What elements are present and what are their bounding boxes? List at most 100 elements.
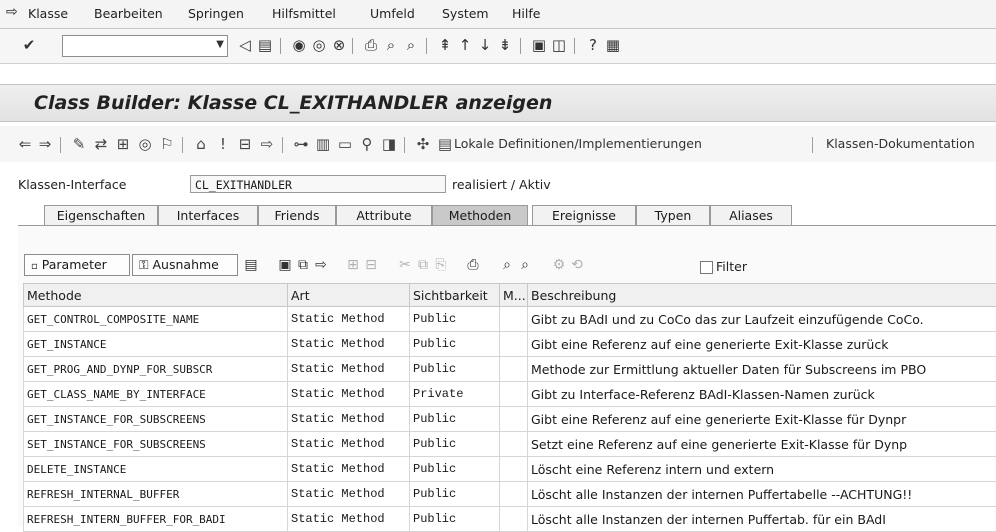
visibility-cell[interactable]: Public [410, 307, 500, 332]
hierarchy-icon[interactable]: ⊶ [292, 135, 310, 153]
last-page-icon[interactable]: ⇟ [496, 36, 514, 54]
tab-interfaces[interactable]: Interfaces [158, 205, 258, 225]
check-icon[interactable]: ⌂ [192, 135, 210, 153]
exception-button[interactable]: ⚿ Ausnahme [132, 254, 238, 276]
method-name-cell[interactable]: REFRESH_INTERN_BUFFER_FOR_BADI [24, 507, 288, 532]
copy-icon[interactable]: ⧉ [414, 256, 432, 274]
description-cell[interactable]: Setzt eine Referenz auf eine generierte … [528, 432, 996, 457]
method-type-cell[interactable]: Static Method [288, 407, 410, 432]
visibility-cell[interactable]: Public [410, 432, 500, 457]
method-name-cell[interactable]: GET_PROG_AND_DYNP_FOR_SUBSCR [24, 357, 288, 382]
first-page-icon[interactable]: ⇞ [436, 36, 454, 54]
visibility-cell[interactable]: Private [410, 382, 500, 407]
table-row[interactable]: SET_INSTANCE_FOR_SUBSCREENS Static Metho… [24, 432, 996, 457]
description-cell[interactable]: Löscht alle Instanzen der internen Puffe… [528, 507, 996, 532]
description-cell[interactable]: Löscht alle Instanzen der internen Puffe… [528, 482, 996, 507]
tab-aliases[interactable]: Aliases [710, 205, 792, 225]
description-cell[interactable]: Gibt eine Referenz auf eine generierte E… [528, 407, 996, 432]
method-name-cell[interactable]: REFRESH_INTERNAL_BUFFER [24, 482, 288, 507]
modeled-cell[interactable] [500, 457, 528, 482]
visibility-cell[interactable]: Public [410, 457, 500, 482]
table-row[interactable]: GET_INSTANCE Static Method Public Gibt e… [24, 332, 996, 357]
column-header-art[interactable]: Art [288, 284, 410, 307]
method-type-cell[interactable]: Static Method [288, 482, 410, 507]
tab-attribute[interactable]: Attribute [336, 205, 432, 225]
find-next-icon[interactable]: ⌕ [516, 256, 534, 274]
chevron-down-icon[interactable]: ▼ [216, 39, 224, 50]
delete-row-icon[interactable]: ⊟ [362, 256, 380, 274]
visibility-cell[interactable]: Public [410, 357, 500, 382]
exit-icon[interactable]: ◎ [310, 36, 328, 54]
tab-methoden[interactable]: Methoden [432, 205, 528, 225]
filter-icon[interactable]: ⚲ [358, 135, 376, 153]
method-type-cell[interactable]: Static Method [288, 332, 410, 357]
menu-item-hilfe[interactable]: Hilfe [512, 6, 540, 21]
new-session-icon[interactable]: ▣ [530, 36, 548, 54]
help-icon[interactable]: ? [584, 36, 602, 54]
modeled-cell[interactable] [500, 382, 528, 407]
active-inactive-icon[interactable]: ⇄ [92, 135, 110, 153]
filter-checkbox[interactable] [700, 261, 713, 274]
method-name-cell[interactable]: GET_CLASS_NAME_BY_INTERFACE [24, 382, 288, 407]
method-type-cell[interactable]: Static Method [288, 432, 410, 457]
back-icon[interactable]: ◉ [290, 36, 308, 54]
method-type-cell[interactable]: Static Method [288, 357, 410, 382]
cancel-icon[interactable]: ⊗ [330, 36, 348, 54]
find-icon[interactable]: ⌕ [382, 36, 400, 54]
description-cell[interactable]: Methode zur Ermittlung aktueller Daten f… [528, 357, 996, 382]
back-arrow-icon[interactable]: ◁ [236, 36, 254, 54]
class-interface-field[interactable]: CL_EXITHANDLER [190, 175, 446, 193]
table-row[interactable]: GET_CLASS_NAME_BY_INTERFACE Static Metho… [24, 382, 996, 407]
insert-row-icon[interactable]: ⊞ [344, 256, 362, 274]
parameter-button[interactable]: ▫ Parameter [24, 254, 130, 276]
menu-item-springen[interactable]: Springen [188, 6, 244, 21]
modeled-cell[interactable] [500, 307, 528, 332]
local-definitions-button[interactable]: Lokale Definitionen/Implementierungen [454, 136, 702, 151]
save-icon[interactable]: ▤ [256, 36, 274, 54]
dictionary-icon[interactable]: ◨ [380, 135, 398, 153]
local-definitions-icon[interactable]: ▤ [436, 135, 454, 153]
settings-icon[interactable]: ⚙ [550, 256, 568, 274]
command-field[interactable]: ▼ [62, 35, 228, 57]
menu-exit-icon[interactable]: ⇨ [6, 4, 18, 20]
print-icon[interactable]: ⎙ [362, 36, 380, 54]
modeled-cell[interactable] [500, 432, 528, 457]
find-icon[interactable]: ⌕ [498, 256, 516, 274]
print-icon[interactable]: ⎙ [464, 256, 482, 274]
column-header-methode[interactable]: Methode [24, 284, 288, 307]
method-name-cell[interactable]: DELETE_INSTANCE [24, 457, 288, 482]
tab-ereignisse[interactable]: Ereignisse [532, 205, 636, 225]
modeled-cell[interactable] [500, 482, 528, 507]
method-name-cell[interactable]: SET_INSTANCE_FOR_SUBSCREENS [24, 432, 288, 457]
back-arrow-icon[interactable]: ⇐ [16, 135, 34, 153]
class-docs-button[interactable]: Klassen-Dokumentation [826, 136, 975, 151]
where-used-icon[interactable]: ◎ [136, 135, 154, 153]
reset-icon[interactable]: ⟲ [568, 256, 586, 274]
visibility-cell[interactable]: Public [410, 407, 500, 432]
method-type-cell[interactable]: Static Method [288, 507, 410, 532]
navigate-icon[interactable]: ⇨ [258, 135, 276, 153]
method-type-cell[interactable]: Static Method [288, 382, 410, 407]
menu-item-hilfsmittel[interactable]: Hilfsmittel [272, 6, 336, 21]
visibility-cell[interactable]: Public [410, 507, 500, 532]
previous-page-icon[interactable]: ↑ [456, 36, 474, 54]
menu-item-umfeld[interactable]: Umfeld [370, 6, 415, 21]
paste-icon[interactable]: ⎘ [432, 256, 450, 274]
modeled-cell[interactable] [500, 332, 528, 357]
method-type-cell[interactable]: Static Method [288, 307, 410, 332]
test-icon[interactable]: ⊟ [236, 135, 254, 153]
column-header-modeled[interactable]: M... [500, 284, 528, 307]
visibility-cell[interactable]: Public [410, 332, 500, 357]
detail-view-icon[interactable]: ▣ [276, 256, 294, 274]
display-change-icon[interactable]: ✎ [70, 135, 88, 153]
table-row[interactable]: GET_PROG_AND_DYNP_FOR_SUBSCR Static Meth… [24, 357, 996, 382]
enter-check-icon[interactable]: ✔ [20, 36, 38, 54]
modeled-cell[interactable] [500, 407, 528, 432]
layout-menu-icon[interactable]: ▦ [604, 36, 622, 54]
table-row[interactable]: REFRESH_INTERNAL_BUFFER Static Method Pu… [24, 482, 996, 507]
object-list-icon[interactable]: ⊞ [114, 135, 132, 153]
column-header-sichtbarkeit[interactable]: Sichtbarkeit [410, 284, 500, 307]
next-page-icon[interactable]: ↓ [476, 36, 494, 54]
method-name-cell[interactable]: GET_CONTROL_COMPOSITE_NAME [24, 307, 288, 332]
copy-icon[interactable]: ⧉ [294, 256, 312, 274]
